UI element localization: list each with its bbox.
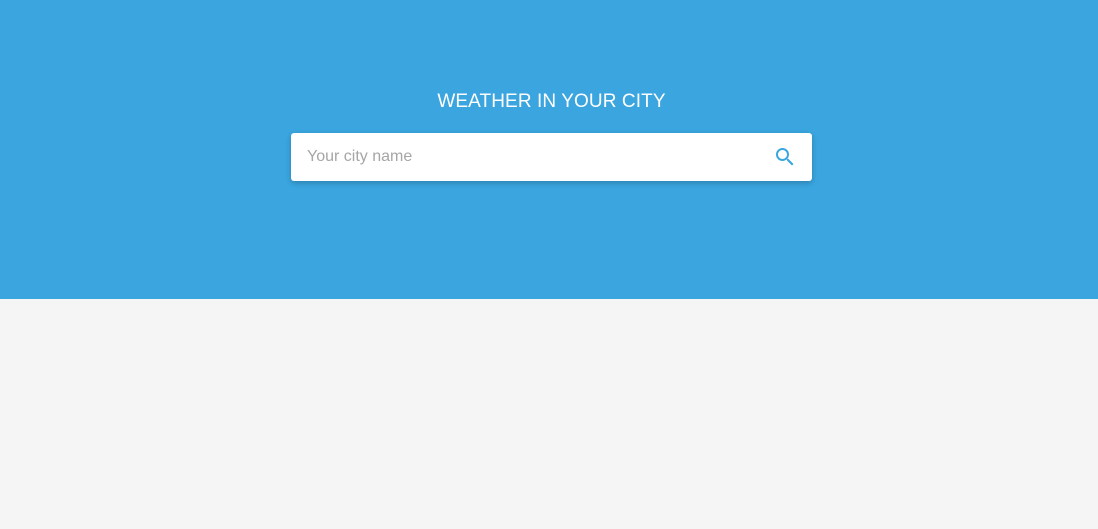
city-search-input[interactable] <box>291 133 761 181</box>
hero-banner: WEATHER IN YOUR CITY <box>0 0 1098 299</box>
search-icon <box>773 145 797 169</box>
page-title: WEATHER IN YOUR CITY <box>437 91 666 112</box>
results-area <box>0 299 1098 529</box>
search-bar <box>291 133 812 181</box>
search-button[interactable] <box>773 145 797 169</box>
